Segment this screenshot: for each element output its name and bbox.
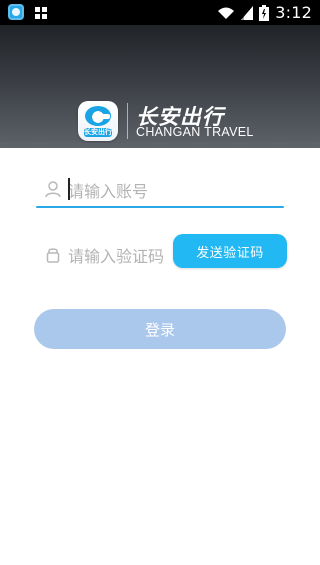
app-logo: 长安出行 — [78, 101, 118, 141]
account-underline — [36, 206, 284, 208]
user-icon — [45, 181, 61, 198]
logo-e-icon — [85, 106, 111, 126]
account-input[interactable] — [68, 178, 273, 204]
signal-icon — [241, 5, 254, 20]
brand-lockup: 长安出行 长安出行 CHANGAN TRAVEL — [78, 101, 258, 141]
lock-icon — [46, 248, 60, 263]
header-scalloped-edge — [0, 143, 320, 153]
brand-name-en: CHANGAN TRAVEL — [136, 125, 254, 139]
status-time: 3:12 — [275, 3, 312, 22]
send-code-button[interactable]: 发送验证码 — [173, 234, 287, 268]
app-icon — [8, 4, 24, 20]
status-bar: 3:12 — [0, 0, 320, 25]
logo-text: 长安出行 — [84, 128, 112, 137]
brand-name-cn: 长安出行 — [136, 105, 224, 129]
text-cursor — [68, 178, 70, 200]
header-banner: 长安出行 长安出行 CHANGAN TRAVEL — [0, 25, 320, 148]
grid-icon — [35, 7, 47, 19]
account-field[interactable] — [36, 168, 284, 212]
status-icons: 3:12 — [217, 0, 312, 25]
battery-icon — [259, 4, 270, 21]
wifi-icon — [218, 7, 235, 19]
brand-divider — [127, 103, 128, 139]
login-button[interactable]: 登录 — [34, 309, 286, 349]
